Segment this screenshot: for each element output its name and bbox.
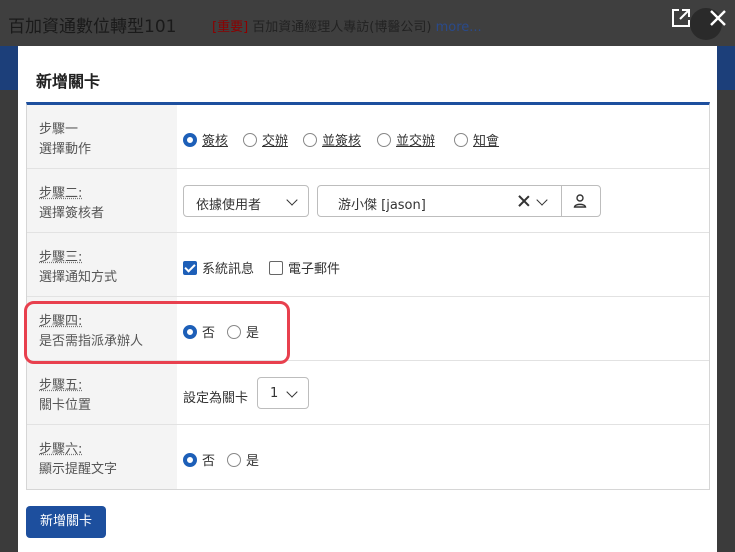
step-6-label-cell: 步驟六: 顯示提醒文字 <box>27 425 177 489</box>
highlight-annotation <box>24 301 290 364</box>
background-news: [重要] 百加資通經理人專訪(博醫公司) more... <box>212 16 482 35</box>
step-1-row: 步驟一 選擇動作 簽核 交辦 並簽核 並交辦 知會 <box>27 105 709 169</box>
radio-dot[interactable] <box>183 132 197 147</box>
close-icon[interactable] <box>707 7 729 29</box>
step-3-label-cell: 步驟三: 選擇通知方式 <box>27 233 177 296</box>
chevron-down-icon[interactable] <box>536 194 548 206</box>
step-1-content: 簽核 交辦 並簽核 並交辦 知會 <box>183 105 703 168</box>
step-3-row: 步驟三: 選擇通知方式 系統訊息 電子郵件 <box>27 233 709 297</box>
action-radio-assign[interactable]: 交辦 <box>243 130 288 149</box>
user-icon[interactable] <box>572 193 588 209</box>
step-2-row: 步驟二: 選擇簽核者 依據使用者 游小傑 [jason] <box>27 169 709 233</box>
step-1-label-cell: 步驟一 選擇動作 <box>27 105 177 168</box>
radio-dot[interactable] <box>243 132 257 147</box>
step-5-title: 步驟五: <box>39 378 83 393</box>
step-6-row: 步驟六: 顯示提醒文字 否 是 <box>27 425 709 489</box>
action-radio-parallel-sign[interactable]: 並簽核 <box>303 130 361 149</box>
step-1-desc: 選擇動作 <box>39 142 92 157</box>
radio-dot[interactable] <box>454 132 468 147</box>
radio-dot[interactable] <box>377 132 391 147</box>
clear-icon[interactable] <box>518 195 530 207</box>
step-3-title: 步驟三: <box>39 250 83 265</box>
background-page-title: 百加資通數位轉型101 <box>8 17 177 37</box>
step-5-row: 步驟五: 關卡位置 設定為關卡 1 <box>27 361 709 425</box>
news-text: 百加資通經理人專訪(博醫公司) <box>248 20 436 35</box>
position-prefix: 設定為關卡 <box>183 391 249 406</box>
external-link-icon[interactable] <box>670 7 692 29</box>
reminder-radio-no[interactable]: 否 <box>183 450 215 469</box>
chevron-down-icon <box>286 194 298 206</box>
news-tag: [重要] <box>212 20 249 35</box>
background-nav-right <box>717 46 735 90</box>
step-2-label-cell: 步驟二: 選擇簽核者 <box>27 169 177 232</box>
notify-email-checkbox[interactable]: 電子郵件 <box>269 258 340 277</box>
step-6-desc: 顯示提醒文字 <box>39 462 118 477</box>
step-5-content: 設定為關卡 1 <box>183 361 703 424</box>
chevron-down-icon <box>286 386 298 398</box>
background-nav-left <box>0 46 18 90</box>
step-2-content: 依據使用者 游小傑 [jason] <box>183 169 703 232</box>
step-6-content: 否 是 <box>183 425 703 489</box>
step-1-title: 步驟一 <box>39 122 79 137</box>
news-more-link[interactable]: more... <box>436 20 482 35</box>
step-5-label-cell: 步驟五: 關卡位置 <box>27 361 177 424</box>
reminder-radio-yes[interactable]: 是 <box>227 450 259 469</box>
step-2-desc: 選擇簽核者 <box>39 206 105 221</box>
action-radio-sign[interactable]: 簽核 <box>183 130 228 149</box>
add-stage-modal: 新增關卡 步驟一 選擇動作 簽核 交辦 並簽核 並交辦 知會 步驟二: 選擇簽核… <box>18 46 717 552</box>
step-5-desc: 關卡位置 <box>39 398 92 413</box>
position-select[interactable]: 1 <box>257 377 309 409</box>
notify-system-checkbox[interactable]: 系統訊息 <box>183 258 254 277</box>
modal-title: 新增關卡 <box>36 72 101 91</box>
action-radio-notify[interactable]: 知會 <box>454 130 499 149</box>
step-3-content: 系統訊息 電子郵件 <box>183 233 703 296</box>
step-6-title: 步驟六: <box>39 442 83 457</box>
signer-user-select[interactable]: 游小傑 [jason] <box>317 185 601 217</box>
signer-mode-select[interactable]: 依據使用者 <box>183 185 309 217</box>
action-radio-parallel-assign[interactable]: 並交辦 <box>377 130 435 149</box>
stage-form: 步驟一 選擇動作 簽核 交辦 並簽核 並交辦 知會 步驟二: 選擇簽核者 依據使… <box>26 102 710 490</box>
add-stage-button[interactable]: 新增關卡 <box>26 506 106 538</box>
radio-dot[interactable] <box>303 132 317 147</box>
select-divider <box>561 186 562 216</box>
step-2-title: 步驟二: <box>39 186 83 201</box>
step-3-desc: 選擇通知方式 <box>39 270 118 285</box>
